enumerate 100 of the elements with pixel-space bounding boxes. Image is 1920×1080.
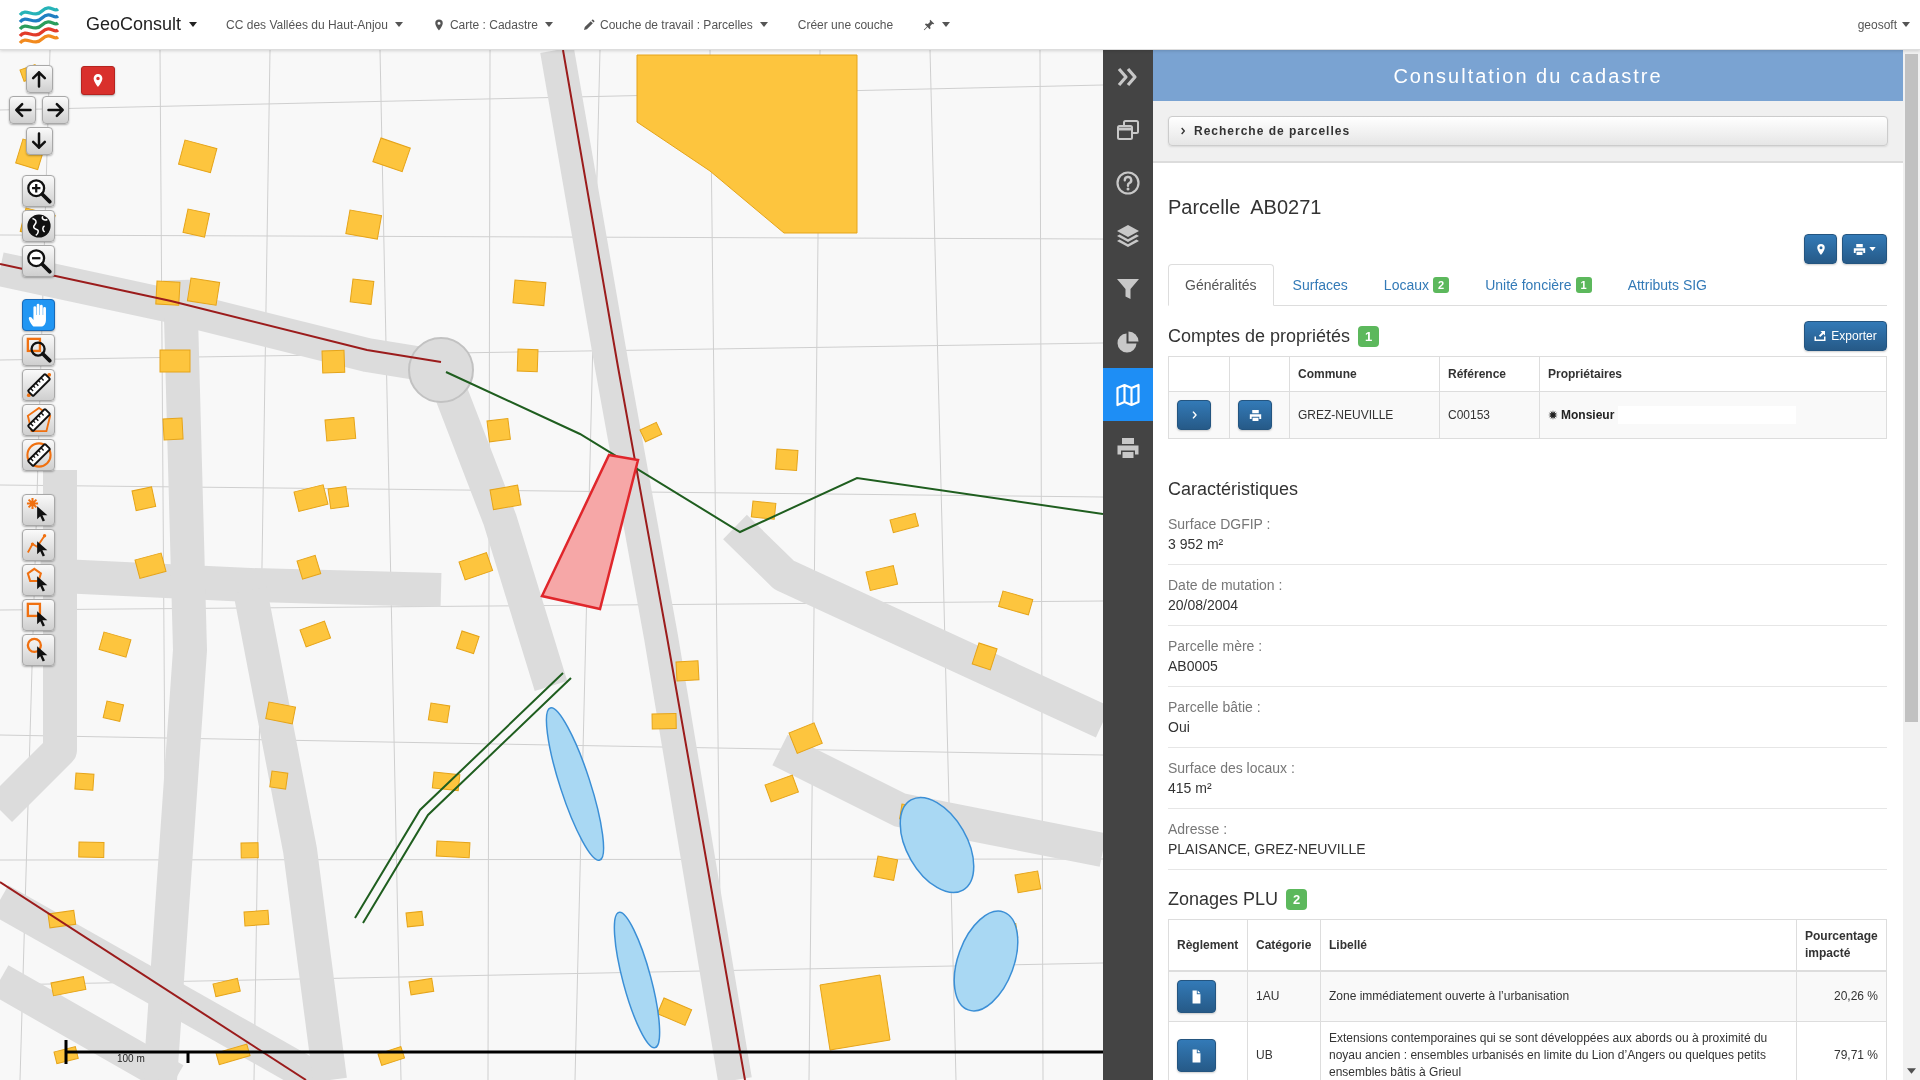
nav-dropdown[interactable]: Couche de travail : Parcelles — [568, 0, 783, 50]
app-menu[interactable]: GeoConsult — [86, 0, 198, 50]
marker-button[interactable] — [81, 66, 115, 95]
arrow-down-icon — [29, 131, 49, 151]
pan-left-button[interactable] — [9, 96, 36, 124]
building — [47, 909, 77, 929]
owner-name: Monsieur — [1561, 407, 1615, 424]
building — [74, 772, 95, 791]
building — [516, 348, 539, 373]
pan-tool-button[interactable] — [22, 299, 55, 331]
scale-label: 100 m — [117, 1053, 145, 1065]
count-badge: 1 — [1358, 325, 1380, 347]
map-marker-icon — [1814, 242, 1827, 256]
building — [134, 552, 167, 579]
nav-dropdown[interactable]: CC des Vallées du Haut-Anjou — [211, 0, 418, 50]
search-toggle[interactable]: Recherche de parcelles — [1168, 116, 1888, 146]
globe-icon — [25, 213, 52, 239]
export-button[interactable]: Exporter — [1804, 321, 1887, 351]
filter-icon — [1116, 276, 1140, 301]
select-circle-button[interactable] — [22, 634, 55, 666]
building — [50, 976, 87, 997]
measure-radius-button[interactable] — [22, 439, 55, 471]
column-header: Commune — [1289, 356, 1440, 392]
nav-dropdown[interactable]: Carte : Cadastre — [417, 0, 568, 50]
pan-up-button[interactable] — [25, 65, 53, 93]
field-value: AB0005 — [1168, 657, 1219, 676]
zoom-in-button[interactable] — [22, 175, 55, 207]
building — [489, 484, 522, 511]
section-title: Comptes de propriétés — [1168, 325, 1351, 348]
panel-title: Consultation du cadastre — [1393, 63, 1663, 89]
building — [243, 909, 270, 927]
export-icon — [1814, 330, 1827, 342]
chevron-right-icon — [1179, 126, 1187, 136]
pan-down-button[interactable] — [25, 127, 53, 155]
field-label: Surface DGFIP : — [1168, 515, 1272, 534]
building — [212, 977, 241, 998]
select-line-button[interactable] — [22, 529, 55, 561]
building — [345, 209, 382, 240]
zoom-box-button[interactable] — [22, 334, 55, 366]
tab[interactable]: Locaux 2 — [1366, 264, 1467, 306]
field-label: Date de mutation : — [1168, 576, 1284, 595]
user-menu[interactable]: geosoft — [1857, 0, 1910, 50]
sidebar-button[interactable] — [1103, 368, 1153, 421]
building — [405, 910, 424, 928]
select-polygon-button[interactable] — [22, 564, 55, 596]
building — [159, 349, 191, 373]
building — [182, 208, 210, 238]
locate-button[interactable] — [1804, 234, 1837, 264]
nav-link[interactable]: Créer une couche — [782, 0, 909, 50]
building — [408, 977, 435, 996]
section-title: Zonages PLU — [1168, 888, 1279, 911]
tab[interactable]: Surfaces — [1275, 264, 1365, 306]
document-button[interactable] — [1177, 1039, 1216, 1072]
select-box-button[interactable] — [22, 599, 55, 631]
help-icon — [1116, 170, 1140, 195]
scroll-down-icon — [1907, 1068, 1916, 1074]
arrow-up-icon — [29, 69, 49, 89]
table-cell: GREZ-NEUVILLE — [1289, 391, 1440, 439]
tab[interactable]: Unité foncière 1 — [1468, 264, 1609, 306]
print-button[interactable] — [1238, 400, 1272, 430]
select-point-button[interactable] — [22, 494, 55, 526]
zoom-out-icon — [25, 248, 52, 274]
field-label: Adresse : — [1168, 820, 1229, 839]
caret-icon — [189, 22, 198, 27]
tab[interactable]: Attributs SIG — [1610, 264, 1724, 306]
pan-right-button[interactable] — [42, 96, 69, 124]
print-icon — [1116, 435, 1140, 460]
field-value: PLAISANCE, GREZ-NEUVILLE — [1168, 840, 1367, 859]
scrollbar-thumb[interactable] — [1905, 54, 1918, 722]
document-button[interactable] — [1177, 980, 1216, 1013]
field-label: Surface des locaux : — [1168, 759, 1296, 778]
ruler-polygon-icon — [25, 407, 52, 433]
pie-chart-icon — [1116, 329, 1140, 354]
tab[interactable]: Généralités — [1168, 264, 1274, 306]
map-icon — [1116, 382, 1140, 407]
building — [321, 349, 346, 374]
building — [873, 855, 899, 881]
table-cell: C00153 — [1439, 391, 1540, 439]
print-icon — [1853, 242, 1866, 256]
zoom-out-button[interactable] — [22, 245, 55, 277]
field-value: 415 m² — [1168, 779, 1213, 798]
print-dropdown-button[interactable] — [1842, 234, 1887, 264]
building — [265, 701, 296, 725]
building — [186, 277, 221, 306]
measure-area-button[interactable] — [22, 404, 55, 436]
ruler-line-icon — [25, 372, 52, 398]
building — [102, 700, 125, 722]
table-cell: 20,26 % — [1796, 971, 1887, 1022]
layers-icon — [1116, 223, 1140, 248]
building — [240, 842, 259, 859]
table-cell: Zone immédiatement ouverte à l’urbanisation — [1320, 971, 1797, 1022]
document-icon — [1191, 1048, 1202, 1063]
building — [324, 416, 357, 442]
full-extent-button[interactable] — [22, 210, 55, 242]
table-cell: 1AU — [1247, 971, 1321, 1022]
field-label: Parcelle mère : — [1168, 637, 1264, 656]
measure-length-button[interactable] — [22, 369, 55, 401]
field-value: 3 952 m² — [1168, 535, 1225, 554]
pencil-icon — [583, 18, 595, 31]
open-button[interactable] — [1177, 400, 1211, 430]
